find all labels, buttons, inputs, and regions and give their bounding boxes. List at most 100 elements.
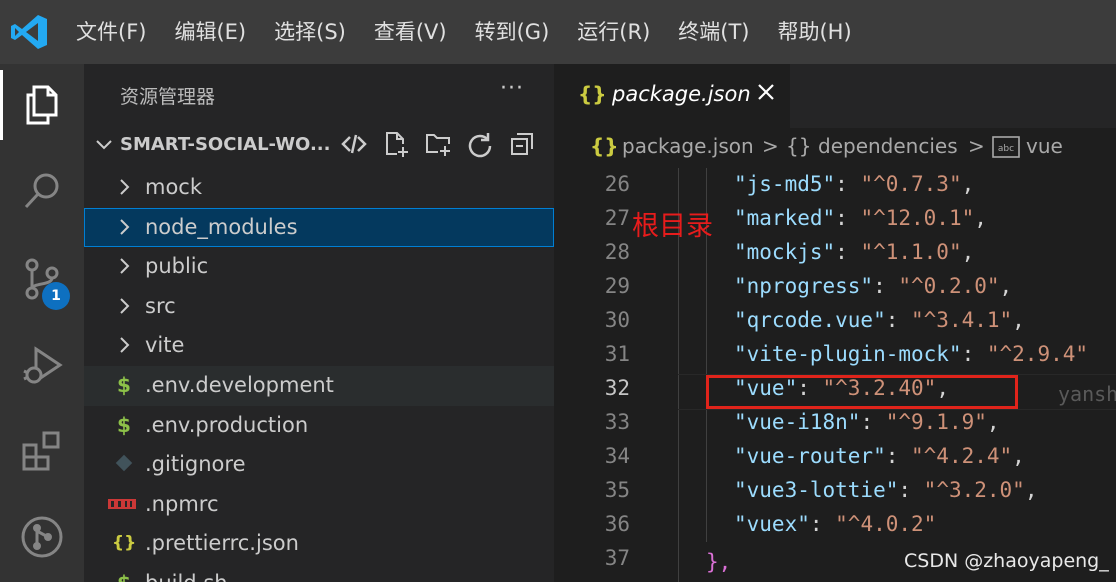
breadcrumb-section[interactable]: dependencies [818,134,958,158]
tree-item[interactable]: node_modules [84,207,554,248]
tree-item-label: vite [145,333,185,358]
npm-file-icon [108,492,136,516]
breadcrumb-separator: > [968,134,985,158]
editor-area: {} package.json {} package.json > {} dep… [554,64,1116,582]
dollar-file-icon: $ [117,372,131,397]
line-number: 28 [604,240,630,264]
code-line: 31 "vite-plugin-mock": "^2.9.4" [554,338,1116,372]
line-number: 37 [604,546,630,570]
close-icon[interactable] [754,80,778,104]
new-folder-icon[interactable] [424,130,452,158]
run-debug-icon [23,346,63,384]
source-control-activity[interactable]: 1 [0,244,84,314]
closing-brace: }, [706,550,732,574]
explorer-title: 资源管理器 [120,86,216,108]
tree-item[interactable]: $ .env.development [84,365,554,406]
title-bar: 文件(F) 编辑(E) 选择(S) 查看(V) 转到(G) 运行(R) 终端(T) 帮助(H) [0,0,1116,64]
code-line: 36 "vuex": "^4.0.2" [554,508,1116,542]
menu-item[interactable]: 文件(F) [62,0,160,64]
tree-item[interactable]: $ build.sh [84,564,554,582]
code-text: "marked": "^12.0.1", [734,206,987,230]
menu-item[interactable]: 选择(S) [260,0,360,64]
active-indicator [0,70,3,140]
tree-item-label: mock [145,175,203,199]
annotation-label: 根目录 [632,211,713,242]
tree-item[interactable]: .npmrc [84,485,554,525]
tree-item-label: build.sh [145,571,228,582]
run-debug-activity[interactable] [0,330,84,400]
tree-item-label: .gitignore [145,452,246,477]
code-line: 30 "qrcode.vue": "^3.4.1", [554,304,1116,338]
svg-text:abc: abc [998,144,1014,154]
breadcrumb-file[interactable]: package.json [622,134,754,158]
line-number: 33 [604,410,630,434]
tree-item[interactable]: vite [84,326,554,366]
new-file-icon[interactable] [382,130,410,158]
code-text: "qrcode.vue": "^3.4.1", [734,308,1025,332]
code-text: "vue-i18n": "^9.1.9", [734,410,1000,434]
tree-item-label: src [145,293,176,318]
line-number: 32 [604,376,630,400]
menu-item[interactable]: 编辑(E) [160,0,260,64]
tree-item-label: public [145,254,209,279]
code-text: "nprogress": "^0.2.0", [734,274,1013,298]
line-number: 36 [604,512,630,536]
tree-item-label: .env.development [145,372,334,397]
git-graph-activity[interactable] [0,502,84,572]
code-text: "vue-router": "^4.2.4", [734,444,1025,468]
menu-item[interactable]: 运行(R) [563,0,664,64]
highlight-box [706,375,1018,409]
code-line: 34 "vue-router": "^4.2.4", [554,440,1116,474]
menu-item[interactable]: 转到(G) [461,0,564,64]
chevron-right-icon [114,217,134,237]
workspace-folder-name: SMART-SOCIAL-WO... [120,134,331,155]
tab-label: package.json [612,82,751,106]
git-compare-icon[interactable] [340,130,368,158]
code-line: 29 "nprogress": "^0.2.0", [554,270,1116,304]
tree-item[interactable]: src [84,287,554,327]
tree-item-label: .prettierrc.json [145,531,299,556]
tree-item[interactable]: public [84,247,554,287]
code-text: "vite-plugin-mock": "^2.9.4" [734,342,1089,366]
menu-item[interactable]: 查看(V) [360,0,461,64]
tab-package-json[interactable]: {} package.json [554,64,790,128]
breadcrumb-file-icon: {} [590,134,619,158]
line-number: 29 [604,274,630,298]
search-activity[interactable] [0,156,84,226]
workspace-folder-header[interactable]: SMART-SOCIAL-WO... [84,128,554,164]
breadcrumb-section-icon: {} [786,134,812,158]
code-text: "vue3-lottie": "^3.2.0", [734,478,1038,502]
dollar-file-icon: $ [117,412,131,437]
chevron-right-icon [114,256,134,276]
code-text: "js-md5": "^0.7.3", [734,172,975,196]
line-number: 30 [604,308,630,332]
tree-item[interactable]: {} .prettierrc.json [84,524,554,564]
tree-item[interactable]: .gitignore [84,445,554,485]
more-actions-button[interactable]: ··· [500,76,524,101]
chevron-right-icon [114,335,134,355]
vscode-logo-icon [11,15,47,49]
refresh-icon[interactable] [466,130,494,158]
tree-item[interactable]: $ .env.production [84,406,554,446]
explorer-sidebar: 资源管理器 ··· SMART-SOCIAL-WO... mock node_mo… [84,64,554,582]
json-file-icon: {} [112,533,137,554]
line-number: 27 [604,206,630,230]
chevron-right-icon [114,177,134,197]
file-tree: mock node_modulespublic src vite $ .env.devel… [84,168,554,582]
tree-item-label: .env.production [145,412,309,437]
line-number: 34 [604,444,630,468]
breadcrumb-leaf[interactable]: vue [1026,134,1063,158]
explorer-activity[interactable] [0,70,84,140]
menu-item[interactable]: 帮助(H) [763,0,865,64]
tab-bar: {} package.json [554,64,1116,128]
collapse-all-icon[interactable] [508,130,536,158]
extensions-icon [22,431,60,471]
dollar-file-icon: $ [112,571,136,582]
extensions-activity[interactable] [0,416,84,486]
menu-item[interactable]: 终端(T) [664,0,763,64]
chevron-down-icon [96,140,112,150]
tree-item-label: node_modules [145,214,298,239]
folder-actions [340,130,536,158]
tree-item[interactable]: mock [84,168,554,208]
breadcrumb: {} package.json > {} dependencies > abc … [554,128,1116,168]
